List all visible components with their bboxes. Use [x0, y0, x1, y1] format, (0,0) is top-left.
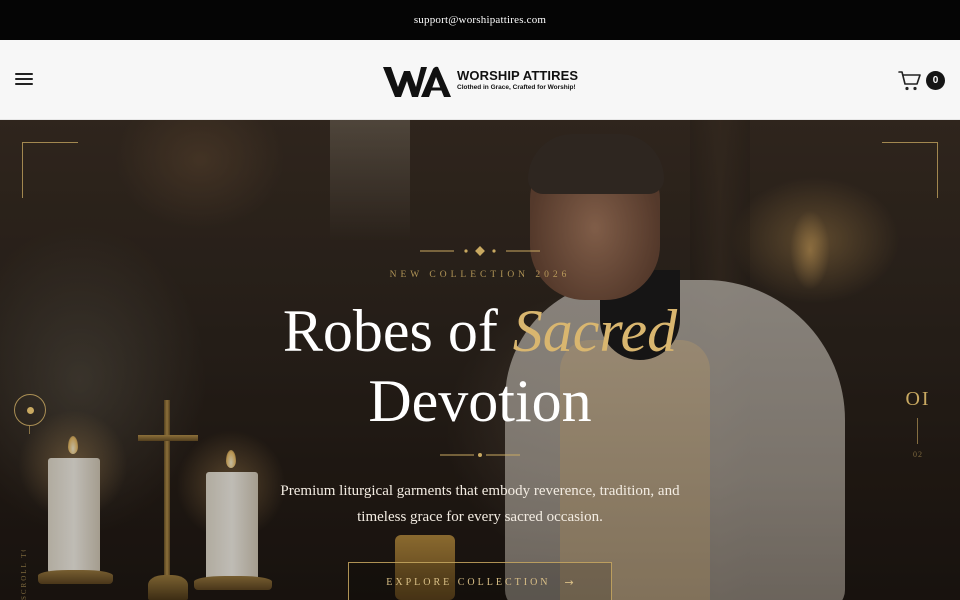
corner-frame-top-left: [22, 142, 78, 198]
headline-accent: Sacred: [512, 298, 678, 364]
cart-icon[interactable]: [898, 70, 922, 92]
logo-name: WORSHIP ATTIRES: [457, 68, 579, 83]
support-email[interactable]: support@worshipattires.com: [414, 14, 546, 26]
hamburger-icon[interactable]: [15, 70, 35, 90]
headline-prefix: Robes of: [282, 298, 513, 364]
site-header: WORSHIP ATTIRES Clothed in Grace, Crafte…: [0, 40, 960, 120]
slide-total-number: 02: [913, 450, 923, 459]
hero-subtext: Premium liturgical garments that embody …: [280, 483, 680, 525]
indicator-line: [29, 426, 30, 434]
announcement-bar: support@worshipattires.com: [0, 0, 960, 40]
slide-divider-line: [917, 418, 918, 444]
logo-mark-icon: [383, 66, 451, 97]
divider-ornament-icon: [440, 453, 520, 457]
slide-dot-indicator[interactable]: [14, 394, 46, 426]
cta-label: EXPLORE COLLECTION: [386, 576, 551, 588]
hero-eyebrow: NEW COLLECTION 2026: [389, 270, 571, 280]
scroll-vertical-text: SCROLL TO EXPLORE: [20, 550, 40, 600]
explore-collection-button[interactable]: EXPLORE COLLECTION →: [348, 562, 612, 600]
headline-line2: Devotion: [368, 368, 592, 434]
cart-count-badge[interactable]: 0: [926, 71, 945, 90]
hero-headline: Robes of Sacred Devotion: [230, 296, 730, 436]
logo[interactable]: WORSHIP ATTIRES Clothed in Grace, Crafte…: [381, 62, 578, 100]
slide-current-number: OI: [905, 388, 931, 410]
corner-frame-top-right: [882, 142, 938, 198]
ornament-icon: [420, 246, 540, 256]
logo-tagline: Clothed in Grace, Crafted for Worship!: [457, 84, 576, 91]
arrow-right-icon: →: [564, 575, 574, 589]
hero-banner: SCROLL TO EXPLORE OI 02 NEW COLLECTION 2…: [0, 120, 960, 600]
